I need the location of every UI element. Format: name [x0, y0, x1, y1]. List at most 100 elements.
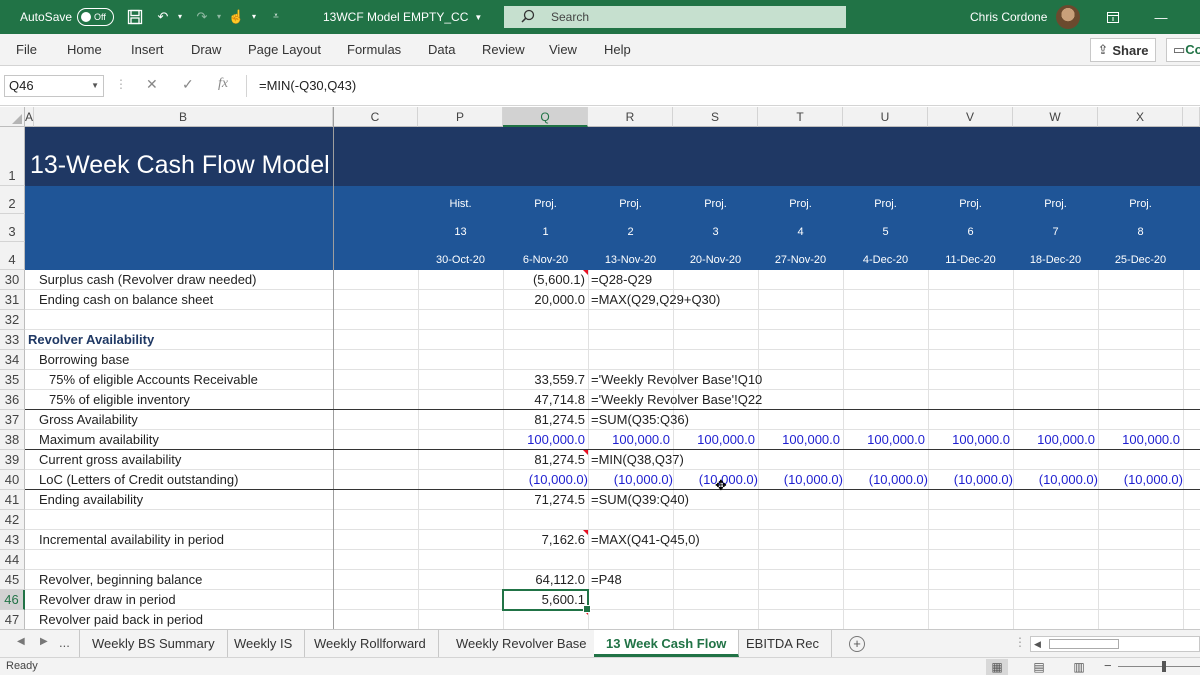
cell-q36[interactable]: 47,714.8: [500, 390, 585, 410]
row-label[interactable]: Revolver paid back in period: [39, 610, 203, 629]
cell-q35[interactable]: 33,559.7: [500, 370, 585, 390]
period-date-v[interactable]: 11-Dec-20: [928, 254, 1013, 266]
row-label[interactable]: Gross Availability: [39, 410, 138, 430]
tab-view[interactable]: View: [549, 42, 577, 57]
row-label[interactable]: 75% of eligible inventory: [49, 390, 190, 410]
period-num-u[interactable]: 5: [843, 226, 928, 238]
formula-input[interactable]: =MIN(-Q30,Q43): [246, 75, 1200, 97]
cell-x40[interactable]: (10,000.0): [1098, 470, 1183, 490]
cell-q37[interactable]: 81,274.5: [500, 410, 585, 430]
horizontal-scrollbar[interactable]: ◀: [1030, 636, 1200, 652]
formula-text[interactable]: ='Weekly Revolver Base'!Q10: [591, 370, 762, 390]
avatar[interactable]: [1056, 5, 1080, 29]
tab-review[interactable]: Review: [482, 42, 525, 57]
scrollbar-thumb[interactable]: [1049, 639, 1119, 649]
tab-page-layout[interactable]: Page Layout: [248, 42, 321, 57]
ribbon-display-icon[interactable]: [1098, 0, 1128, 34]
row-header-3[interactable]: 3: [0, 214, 25, 242]
name-box-dropdown-icon[interactable]: ▼: [91, 76, 99, 96]
formula-text[interactable]: =MAX(Q29,Q29+Q30): [591, 290, 720, 310]
autosave-toggle[interactable]: Off: [77, 8, 114, 26]
customize-qat-icon[interactable]: ⩡: [268, 9, 284, 25]
column-header-r[interactable]: R: [588, 107, 673, 127]
prev-sheet-icon[interactable]: ◀: [17, 636, 25, 647]
formula-text[interactable]: =MIN(Q38,Q37): [591, 450, 684, 470]
row-label[interactable]: 75% of eligible Accounts Receivable: [49, 370, 258, 390]
row-label[interactable]: Revolver draw in period: [39, 590, 176, 610]
row-label[interactable]: Borrowing base: [39, 350, 129, 370]
zoom-out-icon[interactable]: −: [1104, 658, 1112, 673]
row-header-41[interactable]: 41: [0, 490, 25, 510]
row-header-34[interactable]: 34: [0, 350, 25, 370]
touch-dropdown-icon[interactable]: ▾: [246, 9, 262, 25]
row-label[interactable]: LoC (Letters of Credit outstanding): [39, 470, 238, 490]
sheet-tab-weekly-is[interactable]: Weekly IS: [222, 630, 306, 657]
period-num-p[interactable]: 13: [418, 226, 503, 238]
comments-button[interactable]: ▭Co: [1166, 38, 1200, 62]
enter-icon[interactable]: ✓: [182, 76, 194, 93]
row-header-2[interactable]: 2: [0, 186, 25, 214]
cell-q45[interactable]: 64,112.0: [500, 570, 585, 590]
period-num-q[interactable]: 1: [503, 226, 588, 238]
undo-icon[interactable]: ↶: [155, 9, 171, 25]
page-title[interactable]: 13-Week Cash Flow Model: [30, 151, 330, 180]
row-label[interactable]: Revolver, beginning balance: [39, 570, 202, 590]
column-header-t[interactable]: T: [758, 107, 843, 127]
touch-mode-icon[interactable]: ☝: [228, 9, 244, 25]
normal-view-icon[interactable]: ▦: [986, 659, 1008, 675]
sheet-tab-weekly-bs-summary[interactable]: Weekly BS Summary: [79, 630, 228, 657]
row-header-39[interactable]: 39: [0, 450, 25, 470]
formula-bar-resize-icon[interactable]: ⋮: [115, 77, 127, 91]
column-header-b[interactable]: B: [34, 107, 333, 127]
save-icon[interactable]: [127, 9, 143, 25]
period-date-r[interactable]: 13-Nov-20: [588, 254, 673, 266]
formula-text[interactable]: =Q28-Q29: [591, 270, 652, 290]
row-header-1[interactable]: 1: [0, 127, 25, 186]
cell-r38[interactable]: 100,000.0: [585, 430, 670, 450]
sheet-tab-13-week-cash-flow[interactable]: 13 Week Cash Flow: [594, 630, 740, 657]
row-header-40[interactable]: 40: [0, 470, 25, 490]
cell-r40[interactable]: (10,000.0): [588, 470, 673, 490]
cell-w38[interactable]: 100,000.0: [1010, 430, 1095, 450]
period-type-v[interactable]: Proj.: [928, 198, 1013, 210]
comment-indicator-icon[interactable]: [583, 530, 588, 535]
row-header-37[interactable]: 37: [0, 410, 25, 430]
column-header-p[interactable]: P: [418, 107, 503, 127]
cell-q38[interactable]: 100,000.0: [500, 430, 585, 450]
tab-data[interactable]: Data: [428, 42, 455, 57]
formula-text[interactable]: ='Weekly Revolver Base'!Q22: [591, 390, 762, 410]
period-num-w[interactable]: 7: [1013, 226, 1098, 238]
row-header-44[interactable]: 44: [0, 550, 25, 570]
cell-q30[interactable]: (5,600.1): [500, 270, 585, 290]
cell-q39[interactable]: 81,274.5: [500, 450, 585, 470]
period-date-u[interactable]: 4-Dec-20: [843, 254, 928, 266]
period-type-w[interactable]: Proj.: [1013, 198, 1098, 210]
page-break-view-icon[interactable]: ▥: [1068, 659, 1090, 675]
cell-s38[interactable]: 100,000.0: [670, 430, 755, 450]
column-header-w[interactable]: W: [1013, 107, 1098, 127]
sheet-tab-ebitda-rec[interactable]: EBITDA Rec: [734, 630, 832, 657]
formula-text[interactable]: =MAX(Q41-Q45,0): [591, 530, 700, 550]
tab-split-handle-icon[interactable]: ⋮: [1014, 635, 1026, 649]
cell-q31[interactable]: 20,000.0: [500, 290, 585, 310]
column-header-s[interactable]: S: [673, 107, 758, 127]
row-header-47[interactable]: 47: [0, 610, 25, 629]
cell-t38[interactable]: 100,000.0: [755, 430, 840, 450]
period-type-s[interactable]: Proj.: [673, 198, 758, 210]
cell-q43[interactable]: 7,162.6: [500, 530, 585, 550]
row-header-35[interactable]: 35: [0, 370, 25, 390]
period-num-s[interactable]: 3: [673, 226, 758, 238]
period-type-u[interactable]: Proj.: [843, 198, 928, 210]
cell-w40[interactable]: (10,000.0): [1013, 470, 1098, 490]
page-layout-view-icon[interactable]: ▤: [1028, 659, 1050, 675]
add-sheet-icon[interactable]: +: [849, 636, 865, 652]
column-header-q[interactable]: Q: [503, 107, 588, 127]
row-label[interactable]: Surplus cash (Revolver draw needed): [39, 270, 257, 290]
sheet-tab-weekly-rollforward[interactable]: Weekly Rollforward: [302, 630, 439, 657]
row-header-43[interactable]: 43: [0, 530, 25, 550]
period-num-v[interactable]: 6: [928, 226, 1013, 238]
search-box[interactable]: Search: [504, 6, 846, 28]
column-header-v[interactable]: V: [928, 107, 1013, 127]
column-header-a[interactable]: A: [25, 107, 34, 127]
column-header-u[interactable]: U: [843, 107, 928, 127]
